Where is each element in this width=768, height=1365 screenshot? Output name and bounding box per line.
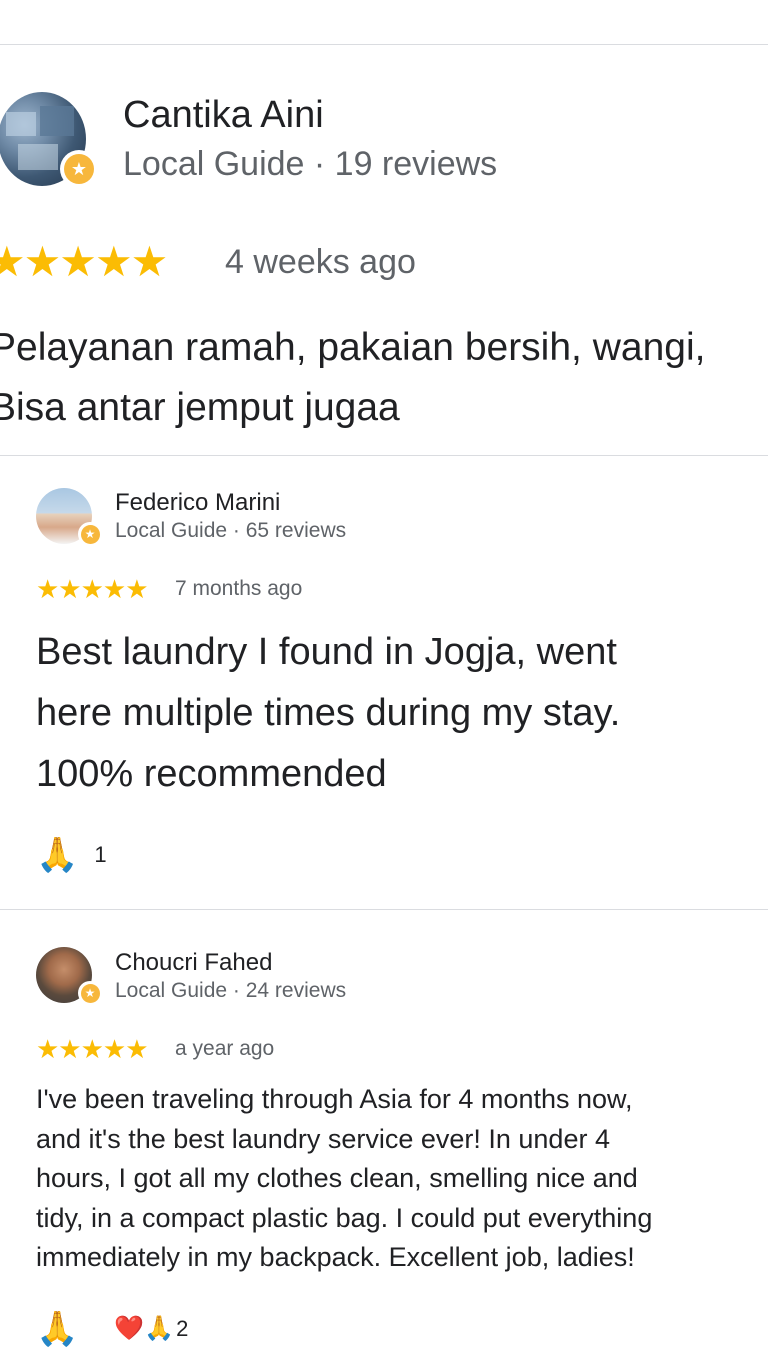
review-text-line: I've been traveling through Asia for 4 m… (36, 1084, 633, 1114)
reviewer-meta: Local Guide · 24 reviews (115, 979, 347, 1002)
review-text-line: here multiple times during my stay. (36, 692, 621, 734)
review-text-line: Bisa antar jemput jugaa (0, 386, 400, 429)
review-text: Pelayanan ramah, pakaian bersih, wangi, … (0, 318, 705, 438)
review-text: I've been traveling through Asia for 4 m… (36, 1080, 652, 1278)
reaction-count: 2 (176, 1316, 189, 1341)
local-guide-badge-icon: ★ (78, 981, 102, 1005)
reviewer-meta: Local Guide · 65 reviews (115, 519, 347, 542)
star-rating: ★★★★★ (36, 1034, 149, 1064)
review-time: 7 months ago (175, 577, 303, 600)
review-divider (0, 909, 768, 910)
reviewer-name[interactable]: Choucri Fahed (115, 949, 272, 977)
review-time: a year ago (175, 1037, 275, 1060)
review-text-line: Pelayanan ramah, pakaian bersih, wangi, (0, 326, 706, 369)
review-text-line: immediately in my backpack. Excellent jo… (36, 1242, 635, 1272)
pray-react-button-icon[interactable]: 🙏 (36, 838, 78, 872)
review-text: Best laundry I found in Jogja, went here… (36, 622, 620, 805)
reviews-page: ★ Cantika Aini Local Guide · 19 reviews … (0, 0, 768, 1365)
reaction-bar: 🙏 ❤️🙏 2 (36, 1312, 188, 1346)
local-guide-badge-icon: ★ (78, 522, 102, 546)
top-divider (0, 44, 768, 45)
reaction-icons: ❤️🙏 (114, 1315, 175, 1342)
review-text-line: 100% recommended (36, 753, 387, 795)
reviewer-meta: Local Guide · 19 reviews (123, 145, 498, 183)
review-text-line: tidy, in a compact plastic bag. I could … (36, 1202, 653, 1233)
review-divider (0, 455, 768, 456)
local-guide-badge-icon: ★ (60, 150, 98, 188)
reaction-bar: 🙏 1 (36, 838, 107, 872)
review-time: 4 weeks ago (225, 243, 416, 281)
reviewer-name[interactable]: Federico Marini (115, 489, 280, 517)
review-text-line: hours, I got all my clothes clean, smell… (36, 1163, 638, 1193)
star-rating: ★★★★★ (36, 574, 149, 604)
review-text-line: Best laundry I found in Jogja, went (36, 631, 617, 673)
review-text-line: and it's the best laundry service ever! … (36, 1123, 610, 1154)
pray-react-button-icon[interactable]: 🙏 (36, 1312, 78, 1346)
star-rating: ★★★★★ (0, 238, 168, 285)
reaction-count: 1 (94, 842, 107, 867)
reviewer-name[interactable]: Cantika Aini (123, 94, 324, 137)
